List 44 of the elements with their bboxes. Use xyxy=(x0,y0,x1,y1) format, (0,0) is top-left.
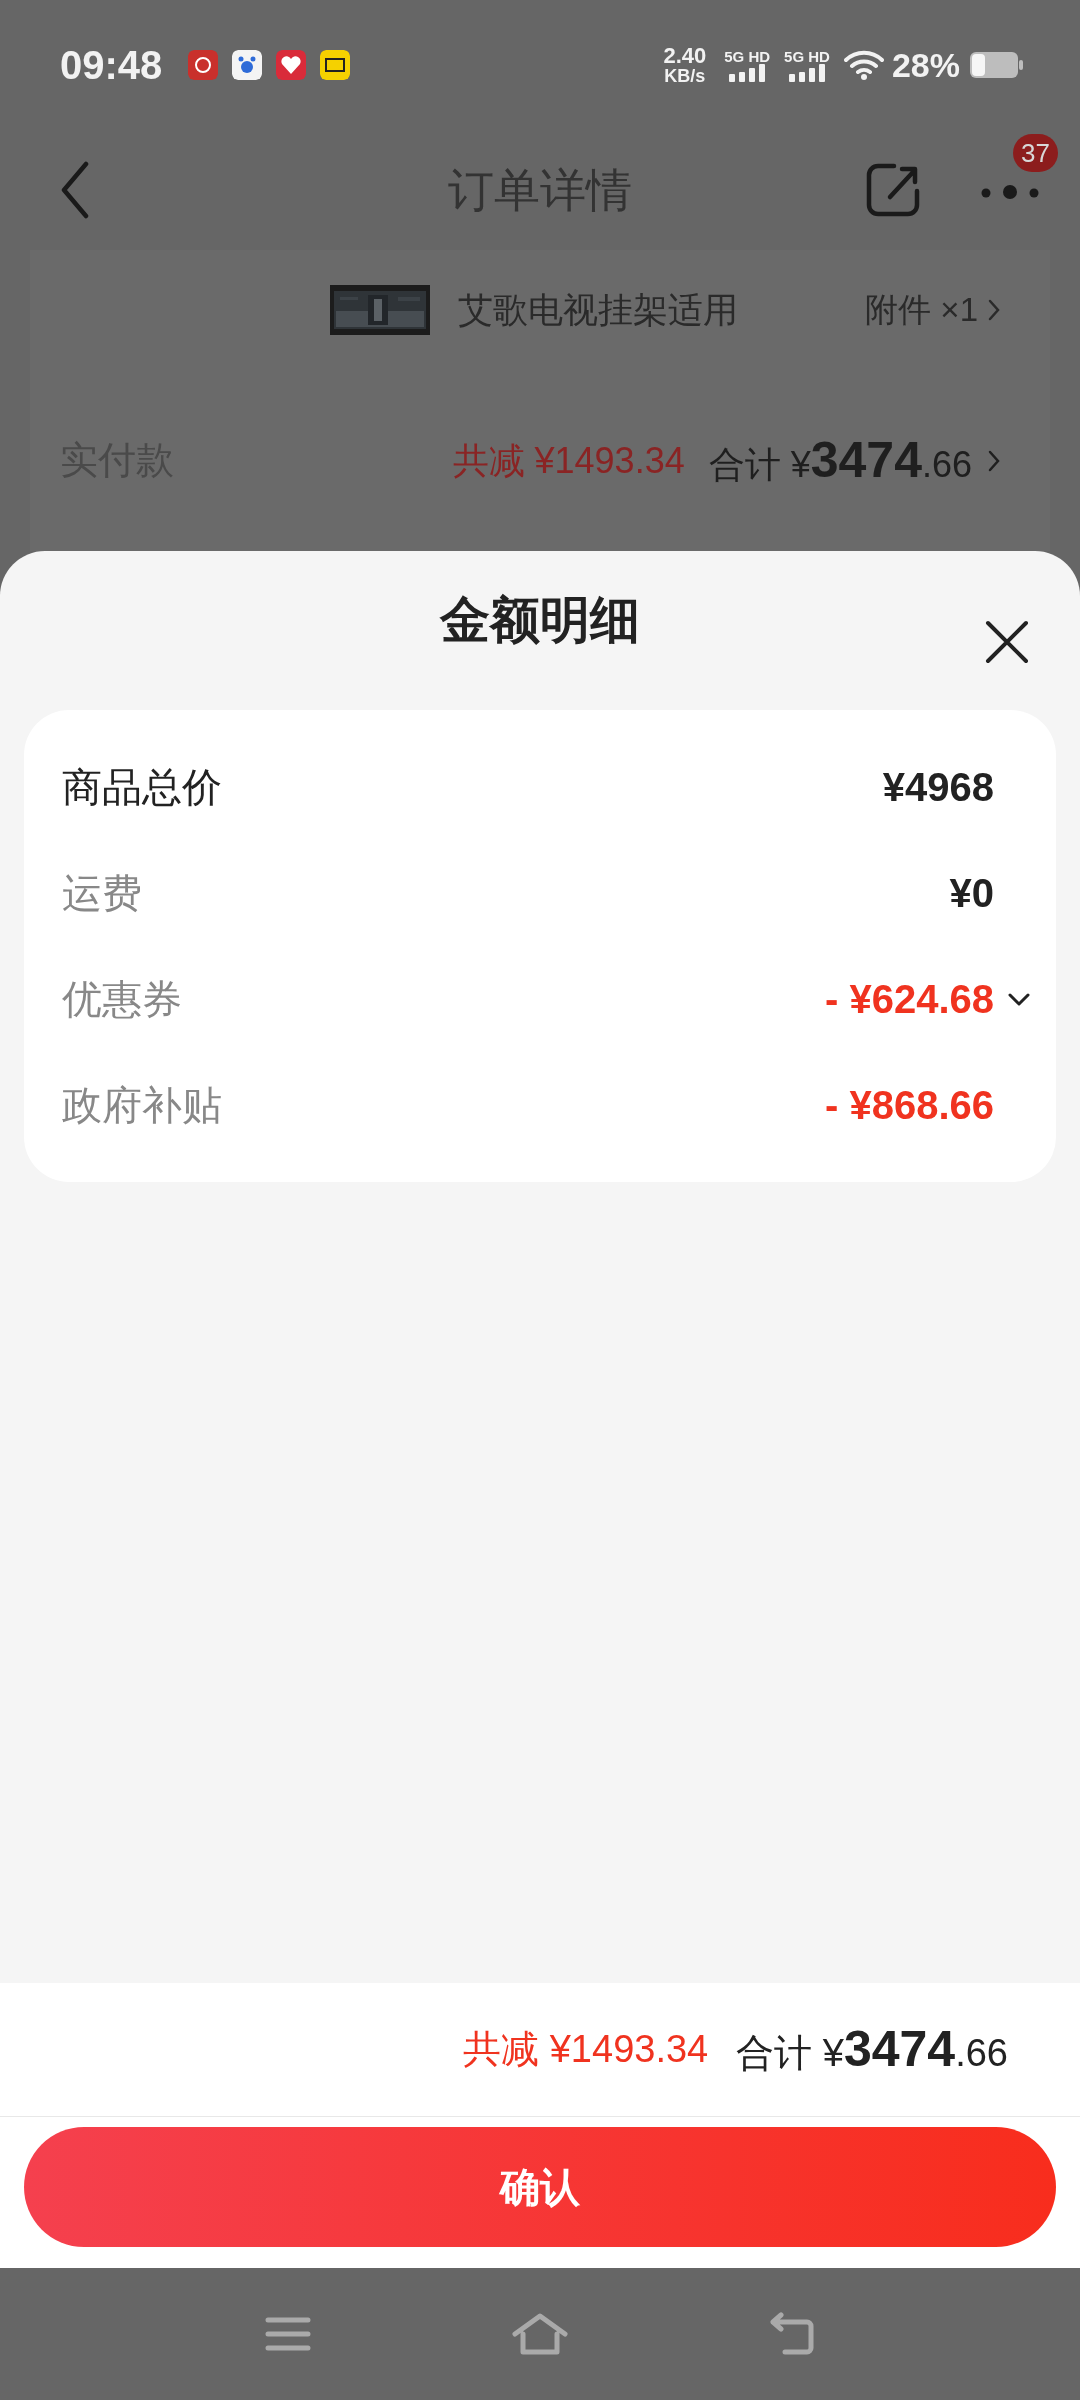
order-total: 合计 ¥3474.66 xyxy=(708,431,972,490)
back-button[interactable] xyxy=(769,2312,815,2356)
clock: 09:48 xyxy=(60,42,163,89)
network-type: 5G HD xyxy=(784,48,830,64)
home-icon xyxy=(511,2312,569,2356)
back-icon xyxy=(769,2312,815,2356)
menu-icon xyxy=(265,2316,311,2352)
product-name: 艾歌电视挂架适用 xyxy=(458,288,738,331)
row-label: 商品总价 xyxy=(62,764,222,811)
discount-total: 共减 ¥1493.34 xyxy=(452,438,685,483)
amount: - ¥868.66 xyxy=(824,1082,994,1129)
chevron-right-icon xyxy=(988,449,1000,472)
chevron-right-icon xyxy=(988,299,1000,321)
home-button[interactable] xyxy=(511,2312,569,2356)
network-type: 5G HD xyxy=(724,48,771,64)
notification-count: 37 xyxy=(1013,133,1058,172)
app-notification-icon xyxy=(320,50,351,80)
network-speed: 2.40 xyxy=(663,45,707,67)
amount: ¥0 xyxy=(949,870,994,917)
row-label: 运费 xyxy=(62,870,142,917)
amount: ¥4968 xyxy=(882,764,994,811)
battery-icon xyxy=(970,52,1024,78)
close-icon xyxy=(984,619,1030,665)
row-label: 政府补贴 xyxy=(62,1082,222,1129)
share-icon xyxy=(866,163,920,217)
accessory-count[interactable]: 附件 ×1 xyxy=(865,285,978,335)
confirm-button[interactable]: 确认 xyxy=(24,2127,1056,2247)
back-button[interactable] xyxy=(60,161,90,219)
amount: - ¥624.68 xyxy=(824,976,994,1023)
discount-total: 共减 ¥1493.34 xyxy=(463,2027,709,2072)
battery-percent: 28% xyxy=(891,44,960,86)
row-label: 优惠券 xyxy=(62,976,182,1023)
app-notification-icon xyxy=(188,50,219,80)
menu-button[interactable] xyxy=(265,2316,311,2352)
speed-unit: KB/s xyxy=(664,67,706,85)
order-total: 合计 ¥3474.66 xyxy=(736,2020,1008,2079)
share-button[interactable] xyxy=(866,163,920,217)
sheet-title: 金额明细 xyxy=(440,591,640,650)
signal-icon xyxy=(789,63,825,82)
close-button[interactable] xyxy=(984,619,1030,665)
wifi-icon xyxy=(843,49,884,81)
back-icon xyxy=(60,161,90,219)
signal-icon xyxy=(729,63,766,82)
paw-icon xyxy=(232,50,263,80)
